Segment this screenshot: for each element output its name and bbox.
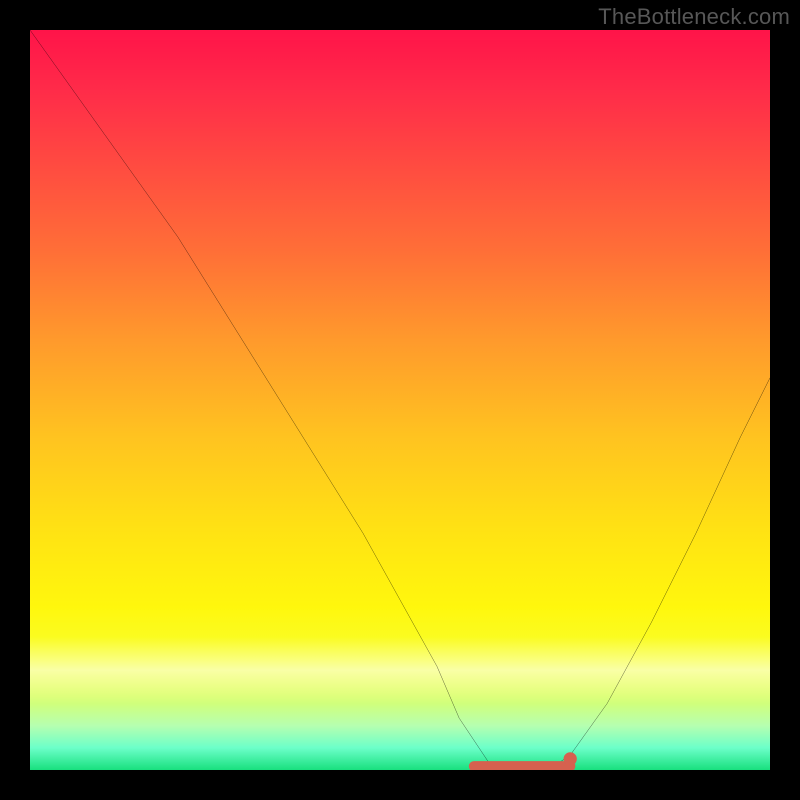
watermark-text: TheBottleneck.com <box>598 4 790 30</box>
plot-area <box>30 30 770 770</box>
bottleneck-curve <box>30 30 770 770</box>
chart-frame: TheBottleneck.com <box>0 0 800 800</box>
dot-marker-icon <box>564 752 577 765</box>
chart-svg <box>30 30 770 770</box>
